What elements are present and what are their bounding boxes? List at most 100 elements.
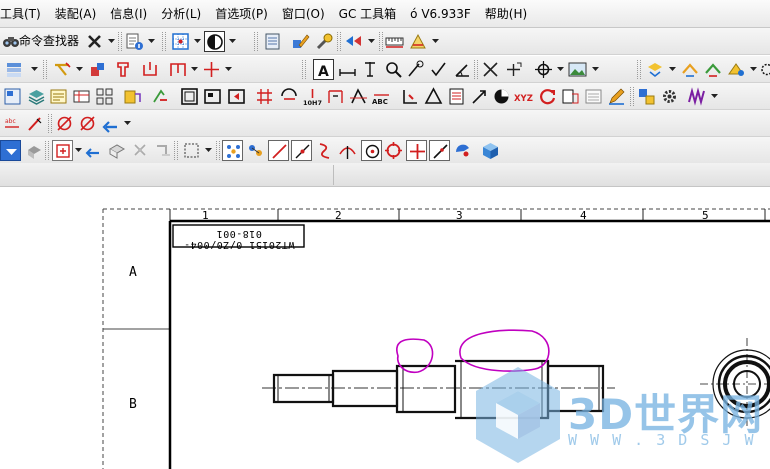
text-icon[interactable]: A <box>313 59 334 80</box>
tools-icon[interactable] <box>279 86 300 107</box>
template-icon[interactable] <box>446 86 467 107</box>
chevron-down-icon[interactable] <box>557 65 564 73</box>
chevron-down-icon[interactable] <box>124 119 131 127</box>
arc-center-icon[interactable] <box>314 140 335 161</box>
angle-icon[interactable] <box>452 59 473 80</box>
crosshair-icon[interactable] <box>503 59 524 80</box>
stack-icon[interactable] <box>26 86 47 107</box>
menu-assembly[interactable]: 装配(A) <box>48 0 104 28</box>
toolbar-grip[interactable] <box>337 32 341 51</box>
crosshair-icon[interactable] <box>201 59 222 80</box>
dimension-icon[interactable] <box>337 59 358 80</box>
tools-icon[interactable] <box>726 59 747 80</box>
menu-window[interactable]: 窗口(O) <box>275 0 332 28</box>
chevron-down-icon[interactable] <box>205 146 212 154</box>
line-icon[interactable] <box>429 140 450 161</box>
circle-icon[interactable] <box>383 140 404 161</box>
template-icon[interactable] <box>48 86 69 107</box>
snap-point-icon[interactable] <box>222 140 243 161</box>
toolbar-grip[interactable] <box>174 141 178 160</box>
grid-icon[interactable] <box>254 86 275 107</box>
text-icon[interactable]: ABC <box>371 86 392 107</box>
dimension-icon[interactable] <box>348 86 369 107</box>
snap-point-icon[interactable] <box>245 140 266 161</box>
chevron-down-icon[interactable] <box>225 65 232 73</box>
menu-information[interactable]: 信息(I) <box>103 0 154 28</box>
gear-icon[interactable] <box>113 59 134 80</box>
chevron-down-icon[interactable] <box>750 65 757 73</box>
chevron-down-icon[interactable] <box>191 65 198 73</box>
undo-icon[interactable] <box>100 113 121 134</box>
insert-icon[interactable]: abc <box>2 113 23 134</box>
toolbar-grip[interactable] <box>216 141 220 160</box>
menu-analysis[interactable]: 分析(L) <box>154 0 208 28</box>
close-icon[interactable] <box>84 31 105 52</box>
edit-icon[interactable] <box>405 59 426 80</box>
move-icon[interactable] <box>150 86 171 107</box>
dimension-icon[interactable]: 10H7 <box>302 86 323 107</box>
database-icon[interactable] <box>636 86 657 107</box>
tools-icon[interactable] <box>680 59 701 80</box>
tools-icon[interactable] <box>703 59 724 80</box>
menu-gc-toolkit[interactable]: GC 工具箱 <box>332 0 404 28</box>
dimension-icon[interactable] <box>325 86 346 107</box>
chevron-down-icon[interactable] <box>31 65 38 73</box>
pencil-icon[interactable] <box>606 86 627 107</box>
frame-icon[interactable] <box>226 86 247 107</box>
arrow-icon[interactable] <box>469 86 490 107</box>
tools-icon[interactable] <box>645 59 666 80</box>
frame-icon[interactable] <box>140 59 161 80</box>
diameter-icon[interactable] <box>54 113 75 134</box>
image-icon[interactable] <box>567 59 588 80</box>
template-icon[interactable] <box>71 86 92 107</box>
menu-help[interactable]: 帮助(H) <box>478 0 534 28</box>
gear-icon[interactable] <box>659 86 680 107</box>
menu-preferences[interactable]: 首选项(P) <box>208 0 275 28</box>
intersection-icon[interactable] <box>337 140 358 161</box>
template-icon[interactable] <box>560 86 581 107</box>
xyz-icon[interactable]: XYZ <box>514 86 535 107</box>
crosshair-icon[interactable] <box>533 59 554 80</box>
command-finder-label[interactable]: 命令查找器 <box>19 28 79 55</box>
frame-icon[interactable] <box>179 86 200 107</box>
grid-icon[interactable] <box>170 31 191 52</box>
dimension-icon[interactable] <box>360 59 381 80</box>
chevron-down-icon[interactable] <box>368 37 375 45</box>
measure-icon[interactable] <box>384 31 405 52</box>
refresh-icon[interactable] <box>537 86 558 107</box>
diameter-icon[interactable] <box>77 113 98 134</box>
toolbar-grip[interactable] <box>630 87 634 106</box>
menu-tools[interactable]: 工具(T) <box>0 0 48 28</box>
midpoint-icon[interactable] <box>291 140 312 161</box>
info-icon[interactable] <box>124 31 145 52</box>
menu-version[interactable]: ó V6.933F <box>403 0 478 28</box>
pencil-icon[interactable] <box>25 113 46 134</box>
arc-center-icon[interactable] <box>361 140 382 161</box>
component-icon[interactable] <box>24 140 45 161</box>
move-icon[interactable] <box>152 140 173 161</box>
toolbar-grip[interactable] <box>379 32 383 51</box>
toolbar-grip[interactable] <box>302 60 306 79</box>
cube-icon[interactable] <box>480 140 501 161</box>
chevron-down-icon[interactable] <box>194 37 201 45</box>
tools-icon[interactable] <box>314 31 335 52</box>
frame-icon[interactable] <box>168 59 189 80</box>
frame-icon[interactable] <box>181 140 202 161</box>
snap-point-icon[interactable] <box>0 140 21 161</box>
template-icon[interactable] <box>2 86 23 107</box>
component-icon[interactable] <box>87 59 108 80</box>
shade-icon[interactable] <box>204 31 225 52</box>
chevron-down-icon[interactable] <box>76 65 83 73</box>
database-icon[interactable] <box>262 31 283 52</box>
cut-icon[interactable] <box>400 86 421 107</box>
section-icon[interactable] <box>408 31 429 52</box>
chevron-down-icon[interactable] <box>108 37 115 45</box>
component-icon[interactable] <box>122 86 143 107</box>
template-icon[interactable] <box>583 86 604 107</box>
component-icon[interactable] <box>106 140 127 161</box>
chevron-down-icon[interactable] <box>711 92 718 100</box>
arrow-icon[interactable] <box>423 86 444 107</box>
move-icon[interactable] <box>130 140 151 161</box>
chevron-down-icon[interactable] <box>432 37 439 45</box>
chevron-down-icon[interactable] <box>592 65 599 73</box>
